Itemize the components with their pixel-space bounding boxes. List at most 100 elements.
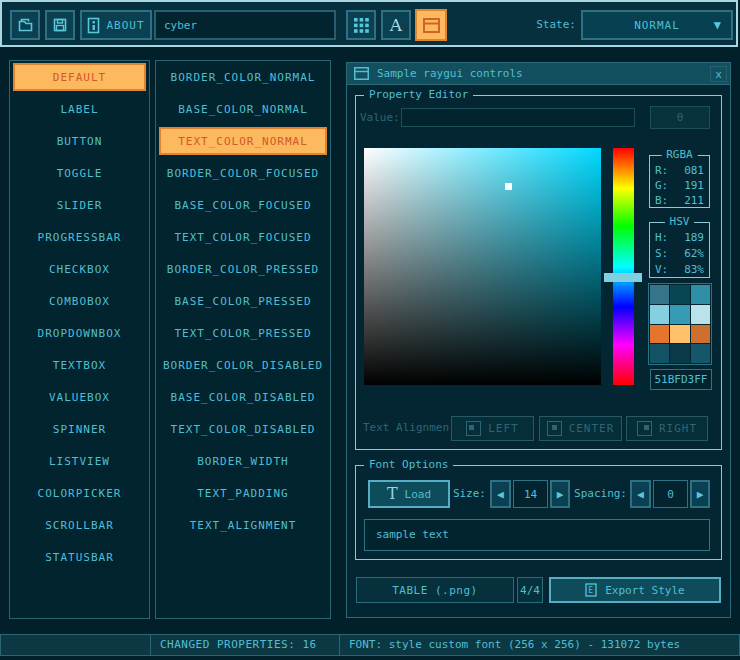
spacing-increase-button[interactable]: ▶: [690, 480, 710, 508]
size-label: Size:: [426, 480, 486, 508]
hsv-s-row: S:62%: [650, 247, 709, 260]
window-title: Sample raygui controls: [377, 62, 523, 85]
controls-list-item[interactable]: SCROLLBAR: [13, 511, 146, 539]
properties-list-item[interactable]: BORDER_COLOR_NORMAL: [159, 63, 327, 91]
font-mode-button[interactable]: A: [381, 10, 411, 40]
controls-list-item[interactable]: DROPDOWNBOX: [13, 319, 146, 347]
style-color-swatch[interactable]: [691, 344, 710, 363]
save-style-button[interactable]: [45, 10, 75, 40]
window-title-icon: [354, 67, 369, 80]
hue-slider-handle[interactable]: [604, 273, 642, 282]
align-right-button[interactable]: RIGHT: [626, 416, 708, 441]
controls-list-item[interactable]: LISTVIEW: [13, 447, 146, 475]
controls-list-item[interactable]: BUTTON: [13, 127, 146, 155]
properties-list-item[interactable]: BASE_COLOR_FOCUSED: [159, 191, 327, 219]
state-label: State:: [500, 10, 576, 40]
rgba-group: RGBA R:081 G:191 B:211: [649, 155, 710, 208]
properties-list-item[interactable]: BORDER_COLOR_FOCUSED: [159, 159, 327, 187]
page-indicator[interactable]: 4/4: [517, 577, 543, 603]
properties-list-item[interactable]: BORDER_COLOR_PRESSED: [159, 255, 327, 283]
color-picker-area[interactable]: [364, 148, 601, 385]
hex-value-box[interactable]: 51BFD3FF: [650, 369, 712, 390]
controls-list-item[interactable]: COMBOBOX: [13, 287, 146, 315]
style-color-swatch[interactable]: [650, 325, 669, 344]
value-count-box[interactable]: 0: [650, 106, 710, 129]
properties-list-item[interactable]: TEXT_COLOR_PRESSED: [159, 319, 327, 347]
rgba-b-row: B:211: [650, 194, 709, 207]
properties-list-item[interactable]: TEXT_COLOR_NORMAL: [159, 127, 327, 155]
properties-list-item[interactable]: BORDER_COLOR_DISABLED: [159, 351, 327, 379]
controls-list-item[interactable]: TOGGLE: [13, 159, 146, 187]
font-t-icon: T: [387, 486, 398, 502]
properties-list-item[interactable]: TEXT_ALIGNMENT: [159, 511, 327, 539]
window-close-button[interactable]: x: [710, 66, 727, 82]
style-color-swatch[interactable]: [670, 325, 689, 344]
properties-list-item[interactable]: TEXT_COLOR_FOCUSED: [159, 223, 327, 251]
open-style-button[interactable]: [10, 10, 40, 40]
grid-mode-button[interactable]: [346, 10, 376, 40]
value-input[interactable]: [401, 108, 635, 127]
controls-mode-button[interactable]: [415, 9, 447, 41]
align-left-button[interactable]: LEFT: [451, 416, 534, 441]
value-label: Value:: [360, 108, 400, 127]
color-picker-cursor[interactable]: [505, 183, 512, 190]
controls-list-item[interactable]: SPINNER: [13, 415, 146, 443]
about-button[interactable]: ABOUT: [80, 10, 152, 40]
hsv-group: HSV H:189 S:62% V:83%: [649, 222, 710, 278]
statusbar-font-info: FONT: style custom font (256 x 256) - 13…: [339, 634, 740, 656]
hsv-v-row: V:83%: [650, 263, 709, 276]
style-name-value: cyber: [164, 19, 197, 32]
controls-list-item[interactable]: STATUSBAR: [13, 543, 146, 571]
state-dropdown[interactable]: NORMAL ▼: [581, 10, 733, 40]
export-style-button[interactable]: E Export Style: [549, 577, 721, 603]
properties-list-item[interactable]: BORDER_WIDTH: [159, 447, 327, 475]
grid-icon: [354, 18, 369, 33]
save-icon: [51, 16, 69, 34]
window-icon: [423, 18, 440, 33]
arrow-left-icon: ◀: [637, 488, 644, 501]
style-color-swatch[interactable]: [691, 285, 710, 304]
controls-list-item[interactable]: VALUEBOX: [13, 383, 146, 411]
hue-bar[interactable]: [613, 148, 634, 385]
style-color-swatch[interactable]: [650, 305, 669, 324]
hsv-h-row: H:189: [650, 231, 709, 244]
statusbar-changed-properties: CHANGED PROPERTIES: 16: [150, 634, 340, 656]
style-color-swatch[interactable]: [670, 344, 689, 363]
controls-list-item[interactable]: CHECKBOX: [13, 255, 146, 283]
style-color-swatch[interactable]: [650, 285, 669, 304]
export-format-button[interactable]: TABLE (.png): [356, 577, 514, 603]
properties-list: BORDER_COLOR_NORMAL BASE_COLOR_NORMAL TEXT…: [155, 60, 331, 619]
about-label: ABOUT: [106, 19, 144, 32]
statusbar-left: [0, 634, 151, 656]
style-name-input[interactable]: cyber: [154, 10, 336, 40]
text-alignment-label: Text Alignmen: [363, 417, 450, 439]
size-value-box[interactable]: 14: [513, 480, 548, 508]
controls-list-item[interactable]: SLIDER: [13, 191, 146, 219]
properties-list-item[interactable]: BASE_COLOR_PRESSED: [159, 287, 327, 315]
properties-list-item[interactable]: BASE_COLOR_NORMAL: [159, 95, 327, 123]
align-center-button[interactable]: CENTER: [539, 416, 622, 441]
size-decrease-button[interactable]: ◀: [490, 480, 511, 508]
state-value: NORMAL: [634, 19, 680, 32]
controls-list-item[interactable]: DEFAULT: [13, 63, 146, 91]
hsv-label: HSV: [665, 215, 695, 228]
style-color-swatch[interactable]: [650, 344, 669, 363]
controls-list-item[interactable]: COLORPICKER: [13, 479, 146, 507]
style-color-swatch[interactable]: [691, 325, 710, 344]
style-colors-grid: [648, 283, 712, 365]
properties-list-item[interactable]: TEXT_PADDING: [159, 479, 327, 507]
spacing-decrease-button[interactable]: ◀: [630, 480, 651, 508]
hex-value: 51BFD3FF: [655, 373, 708, 386]
style-color-swatch[interactable]: [670, 285, 689, 304]
style-color-swatch[interactable]: [670, 305, 689, 324]
sample-text-box[interactable]: sample text: [364, 519, 710, 551]
controls-list-item[interactable]: LABEL: [13, 95, 146, 123]
properties-list-item[interactable]: TEXT_COLOR_DISABLED: [159, 415, 327, 443]
controls-list-item[interactable]: PROGRESSBAR: [13, 223, 146, 251]
style-color-swatch[interactable]: [691, 305, 710, 324]
properties-list-item[interactable]: BASE_COLOR_DISABLED: [159, 383, 327, 411]
controls-list-item[interactable]: TEXTBOX: [13, 351, 146, 379]
spacing-value-box[interactable]: 0: [653, 480, 688, 508]
svg-text:E: E: [588, 586, 593, 595]
arrow-right-icon: ▶: [697, 488, 704, 501]
